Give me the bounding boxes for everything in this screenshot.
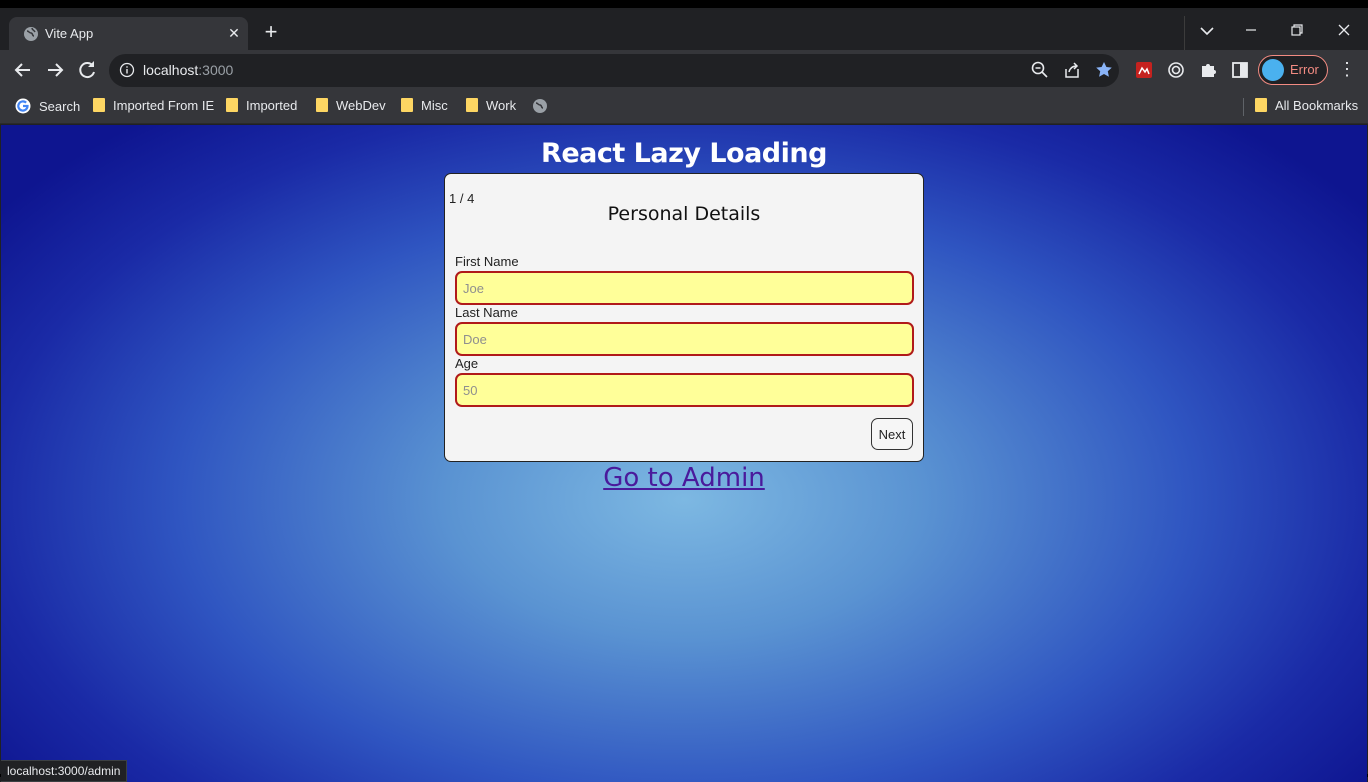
extensions-puzzle-icon[interactable] xyxy=(1198,60,1218,80)
bookmarks-bar: Search Imported From IE Imported WebDev … xyxy=(0,90,1368,124)
last-name-field[interactable] xyxy=(455,322,914,356)
bookmarks-divider xyxy=(1243,98,1244,116)
close-icon xyxy=(1338,24,1350,36)
chevron-down-icon xyxy=(1200,27,1214,36)
browser-toolbar: localhost:3000 Error ⋮ xyxy=(0,50,1368,90)
close-tab-icon[interactable]: ✕ xyxy=(224,23,244,43)
reload-icon[interactable] xyxy=(75,58,99,82)
side-panel-icon[interactable] xyxy=(1230,60,1250,80)
bookmark-folder-imported-from-ie[interactable]: Imported From IE xyxy=(93,98,214,116)
tab-title: Vite App xyxy=(45,26,94,41)
form-card: 1 / 4 Personal Details First Name Last N… xyxy=(444,173,924,462)
bookmark-label: Work xyxy=(486,98,517,113)
last-name-label: Last Name xyxy=(455,305,518,320)
close-window-button[interactable] xyxy=(1320,16,1366,50)
age-label: Age xyxy=(455,356,479,371)
minimize-button[interactable] xyxy=(1228,16,1274,50)
page-title: React Lazy Loading xyxy=(541,138,827,169)
tab-search-button[interactable] xyxy=(1184,16,1228,50)
avatar xyxy=(1262,59,1284,81)
all-bookmarks[interactable]: All Bookmarks xyxy=(1255,98,1358,116)
bookmark-globe[interactable] xyxy=(532,98,556,116)
profile-status: Error xyxy=(1290,62,1319,77)
browser-window: Vite App ✕ + localhost:3000 Error ⋮ Sear… xyxy=(0,0,1368,782)
restore-button[interactable] xyxy=(1274,16,1320,50)
bookmark-folder-webdev[interactable]: WebDev xyxy=(316,98,386,116)
new-tab-button[interactable]: + xyxy=(259,21,283,45)
bookmark-star-icon[interactable] xyxy=(1094,60,1114,80)
restore-icon xyxy=(1291,24,1303,36)
google-icon xyxy=(15,98,31,114)
bookmark-label: Misc xyxy=(421,98,448,113)
go-to-admin-link[interactable]: Go to Admin xyxy=(1,463,1367,493)
tab-vite-app[interactable]: Vite App ✕ xyxy=(9,17,248,50)
extension-red-icon[interactable] xyxy=(1134,60,1154,80)
bookmark-label: Imported From IE xyxy=(113,98,215,113)
bookmark-folder-imported[interactable]: Imported xyxy=(226,98,297,116)
folder-icon xyxy=(401,98,413,112)
bookmark-search[interactable]: Search xyxy=(15,98,80,116)
forward-icon[interactable] xyxy=(43,58,67,82)
first-name-label: First Name xyxy=(455,254,519,269)
address-bar[interactable]: localhost:3000 xyxy=(109,54,1119,87)
page-viewport: React Lazy Loading 1 / 4 Personal Detail… xyxy=(1,125,1367,782)
url-text: localhost:3000 xyxy=(143,62,233,78)
more-menu-icon[interactable]: ⋮ xyxy=(1338,58,1356,82)
globe-icon xyxy=(533,99,547,113)
form-title: Personal Details xyxy=(607,203,761,225)
profile-button[interactable]: Error xyxy=(1258,55,1328,85)
bookmark-folder-work[interactable]: Work xyxy=(466,98,516,116)
bookmark-label: Search xyxy=(39,99,81,114)
url-port: :3000 xyxy=(198,62,234,78)
bookmark-label: Imported xyxy=(246,98,298,113)
folder-icon xyxy=(226,98,238,112)
zoom-icon[interactable] xyxy=(1030,60,1050,80)
next-button[interactable]: Next xyxy=(871,418,913,450)
back-icon[interactable] xyxy=(11,58,35,82)
folder-icon xyxy=(466,98,478,112)
folder-icon xyxy=(1255,98,1267,112)
age-field[interactable] xyxy=(455,373,914,407)
tab-strip: Vite App ✕ + xyxy=(0,16,1368,50)
share-icon[interactable] xyxy=(1062,60,1082,80)
site-info-icon[interactable] xyxy=(119,62,135,78)
all-bookmarks-label: All Bookmarks xyxy=(1275,98,1359,113)
status-bar-url: localhost:3000/admin xyxy=(1,760,128,782)
minimize-icon xyxy=(1246,29,1256,31)
url-host: localhost xyxy=(143,62,199,78)
globe-icon xyxy=(24,27,38,41)
first-name-field[interactable] xyxy=(455,271,914,305)
bookmark-folder-misc[interactable]: Misc xyxy=(401,98,448,116)
bookmark-label: WebDev xyxy=(336,98,386,113)
folder-icon xyxy=(93,98,105,112)
folder-icon xyxy=(316,98,328,112)
extension-target-icon[interactable] xyxy=(1166,60,1186,80)
